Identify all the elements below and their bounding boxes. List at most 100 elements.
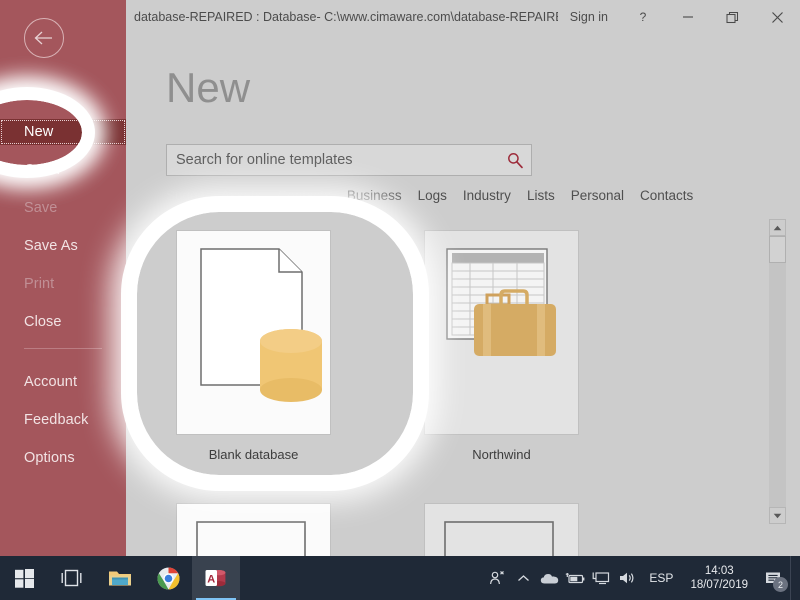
category-tab-business[interactable]: Business [347,188,402,203]
monitor-glyph [592,571,610,585]
sidebar-item-account[interactable]: Account [0,369,126,395]
chevron-up-glyph [517,574,530,583]
magnifier-glyph [506,151,524,169]
back-arrow-glyph [33,30,55,46]
category-tab-contacts2[interactable]: Contacts [640,188,693,203]
category-tab-industry[interactable]: Industry [463,188,511,203]
language-indicator[interactable]: ESP [640,571,682,585]
template-scrollbar[interactable] [769,219,786,524]
sidebar-item-label: Save As [24,238,78,254]
close-icon [771,11,784,24]
task-view-icon[interactable] [48,556,96,600]
sidebar-item-label: Feedback [24,412,88,428]
category-tab-lists[interactable]: Lists [527,188,555,203]
template-thumbnail[interactable] [176,230,331,435]
sidebar-item-label: Close [24,314,62,330]
svg-text:A: A [207,574,215,586]
sidebar-item-print[interactable]: Print [0,271,126,297]
template-label: Blank database [176,447,331,462]
volume-icon[interactable] [614,556,640,600]
template-partial-icon [177,504,330,556]
folder-glyph [108,568,132,588]
file-explorer-icon[interactable] [96,556,144,600]
minimize-button[interactable] [665,0,710,34]
search-icon[interactable] [506,151,524,169]
sidebar-item-label: Info [24,88,49,104]
sidebar-item-info[interactable]: Info [0,83,126,109]
category-tab-list: Sugge Assets Contacts Business Logs Indu… [166,186,693,204]
category-tab-contacts[interactable]: Contacts [278,188,331,203]
blank-database-icon [177,231,330,434]
sidebar-item-close[interactable]: Close [0,309,126,335]
back-arrow-icon[interactable] [24,18,64,58]
clock-time: 14:03 [705,564,734,578]
backstage-content-pane: database-REPAIRED : Database- C:\www.cim… [126,0,800,556]
windows-logo-glyph [15,569,34,588]
caret-down-glyph [773,513,782,519]
people-glyph [489,570,505,586]
onedrive-cloud-icon[interactable] [536,556,562,600]
chrome-glyph [157,567,180,590]
sidebar-item-label: New [24,124,53,140]
people-icon[interactable] [484,556,510,600]
start-button-icon[interactable] [0,556,48,600]
scroll-down-arrow-icon[interactable] [769,507,786,524]
page-title: New [166,64,250,112]
notification-icon[interactable]: 2 [756,556,790,600]
task-view-glyph [61,569,83,587]
caret-up-glyph [773,225,782,231]
template-card-partial-left[interactable] [176,503,331,556]
template-thumbnail[interactable] [424,230,579,435]
template-card-partial-right[interactable] [424,503,579,556]
battery-charging-icon[interactable] [562,556,588,600]
sidebar-item-label: Save [24,200,57,216]
restore-button[interactable] [710,0,755,34]
show-desktop-button[interactable] [790,556,796,600]
template-thumbnail[interactable] [176,503,331,556]
sidebar-item-new[interactable]: New [0,119,126,145]
northwind-briefcase-icon [425,231,578,434]
backstage-left-rail: Info New Open Save Save As Print Close A… [0,0,126,556]
title-bar: database-REPAIRED : Database- C:\www.cim… [126,0,800,34]
sidebar-item-save-as[interactable]: Save As [0,233,126,259]
window-title: database-REPAIRED : Database- C:\www.cim… [134,10,558,24]
chevron-up-icon[interactable] [510,556,536,600]
scrollbar-thumb[interactable] [769,236,786,263]
restore-icon [726,11,739,24]
scrollbar-track[interactable] [769,236,786,507]
question-mark-glyph: ? [636,10,650,24]
category-tab-logs[interactable]: Logs [418,188,447,203]
windows-taskbar: A [0,556,800,600]
category-tab-personal[interactable]: Personal [571,188,624,203]
title-bar-controls: Sign in ? [558,0,800,34]
battery-glyph [565,572,585,585]
network-icon[interactable] [588,556,614,600]
chrome-icon[interactable] [144,556,192,600]
sidebar-item-label: Open [24,162,60,178]
search-input[interactable] [166,144,532,176]
access-icon[interactable]: A [192,556,240,600]
template-grid: Blank database [166,220,710,556]
cloud-glyph [540,572,559,585]
template-thumbnail[interactable] [424,503,579,556]
sidebar-item-label: Options [24,450,75,466]
template-card-blank-database[interactable]: Blank database [176,230,331,462]
clock-date: 18/07/2019 [690,578,748,592]
svg-text:?: ? [639,10,646,24]
sign-in-button[interactable]: Sign in [558,10,620,24]
scroll-up-arrow-icon[interactable] [769,219,786,236]
sidebar-item-feedback[interactable]: Feedback [0,407,126,433]
template-card-northwind[interactable]: Northwind [424,230,579,462]
clock[interactable]: 14:03 18/07/2019 [682,564,756,592]
sidebar-item-save[interactable]: Save [0,195,126,221]
sidebar-item-open[interactable]: Open [0,157,126,183]
sidebar-item-options[interactable]: Options [0,445,126,471]
system-tray: ESP 14:03 18/07/2019 2 [484,556,800,600]
category-tab-suggested[interactable]: Sugge [166,188,205,203]
notification-badge: 2 [773,577,788,592]
access-glyph: A [205,567,227,589]
category-tab-assets[interactable]: Assets [221,188,262,203]
help-icon[interactable]: ? [620,0,665,34]
close-button[interactable] [755,0,800,34]
template-partial-icon [425,504,578,556]
